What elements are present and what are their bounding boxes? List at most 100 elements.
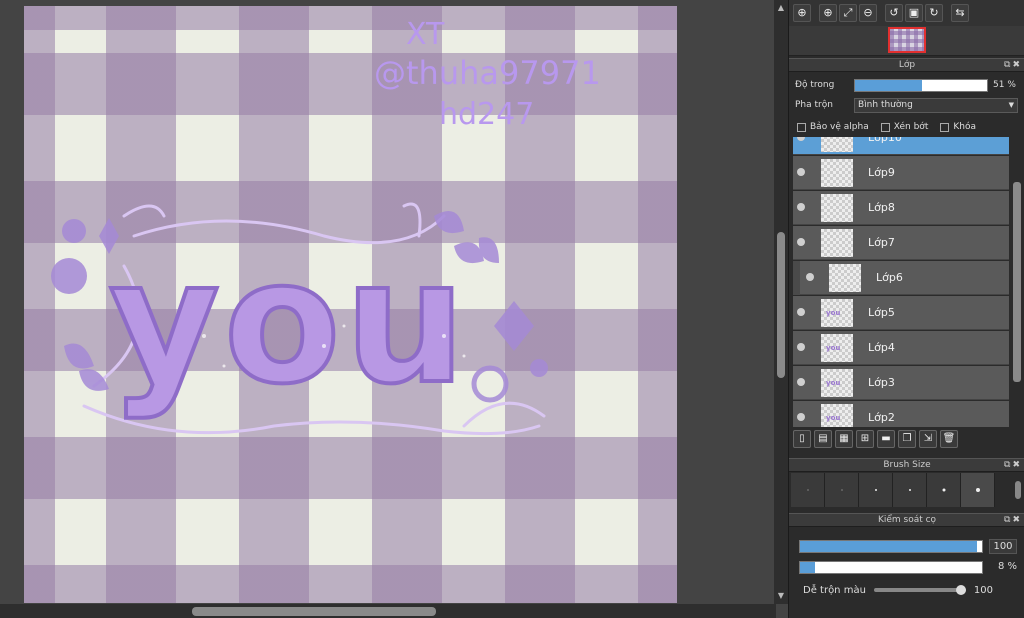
visibility-eye-icon[interactable]	[797, 168, 805, 176]
layer-list: Lớp10✱ Lớp9 Lớp8 Lớp7 Lớp6 you Lớp5 you Lớp4 you L…	[793, 137, 1009, 427]
fit-window-icon[interactable]: ⤢	[839, 4, 857, 22]
close-icon[interactable]: ✖	[1012, 460, 1022, 470]
clipping-label: Xén bớt	[893, 122, 929, 132]
layer-thumbnail	[821, 229, 853, 257]
vertical-scroll-thumb[interactable]	[777, 232, 785, 378]
merge-layer-icon[interactable]: ⇲	[919, 430, 937, 448]
brush-opacity-value: 8 %	[997, 560, 1017, 572]
visibility-eye-icon[interactable]	[797, 413, 805, 421]
layer-row[interactable]: Lớp6	[793, 261, 1009, 295]
layer-options: Bảo vệ alpha Xén bớt Khóa	[797, 120, 1023, 134]
new-layer-icon[interactable]: ▯	[793, 430, 811, 448]
layer-thumbnail-mark: you	[826, 344, 841, 352]
brush-size-preset[interactable]	[859, 473, 893, 507]
brush-size-preset[interactable]	[961, 473, 995, 507]
layer-list-scroll-thumb[interactable]	[1013, 182, 1021, 382]
layer-thumbnail	[821, 194, 853, 222]
new-raster-layer-icon[interactable]: ▤	[814, 430, 832, 448]
blend-mode-row: Pha trộn Bình thường ▼	[795, 97, 1021, 113]
canvas-vertical-scrollbar[interactable]: ▲ ▼	[774, 0, 788, 604]
drawing-canvas[interactable]: you XT @thuha97971 hd247	[24, 6, 677, 603]
visibility-eye-icon[interactable]	[797, 238, 805, 246]
brush-size-preset[interactable]	[825, 473, 859, 507]
brush-size-preset[interactable]	[927, 473, 961, 507]
rotate-left-icon[interactable]: ↺	[885, 4, 903, 22]
layer-thumbnail	[829, 264, 861, 292]
brush-opacity-fill	[800, 561, 815, 573]
brush-size-fill	[800, 540, 977, 552]
clipping-checkbox[interactable]: Xén bớt	[880, 122, 929, 132]
brush-size-row: 100	[799, 538, 1019, 554]
zoom-reset-icon[interactable]: ⊕	[793, 4, 811, 22]
layer-row[interactable]: Lớp7	[793, 226, 1009, 260]
brush-size-scroll-thumb[interactable]	[1015, 481, 1021, 499]
fullscreen-icon[interactable]: ▣	[905, 4, 923, 22]
add-special-layer-icon[interactable]: ⊞	[856, 430, 874, 448]
layer-row[interactable]: you Lớp5	[793, 296, 1009, 330]
new-folder-icon[interactable]: ▬	[877, 430, 895, 448]
duplicate-layer-icon[interactable]: ❐	[898, 430, 916, 448]
layer-thumbnail-mark: you	[826, 379, 841, 387]
brush-size-slider[interactable]	[799, 539, 983, 553]
zoom-in-icon[interactable]: ⊕	[819, 4, 837, 22]
color-blend-knob[interactable]	[955, 585, 966, 595]
layer-row[interactable]: you Lớp4	[793, 331, 1009, 365]
layer-opacity-fill	[855, 79, 923, 91]
horizontal-scroll-thumb[interactable]	[192, 607, 436, 616]
protect-alpha-label: Bảo vệ alpha	[810, 122, 869, 132]
blend-mode-value: Bình thường	[858, 99, 913, 110]
layer-name: Lớp2	[868, 411, 895, 424]
layer-row[interactable]: you Lớp3	[793, 366, 1009, 400]
brush-size-preset[interactable]	[893, 473, 927, 507]
close-icon[interactable]: ✖	[1012, 515, 1022, 525]
close-icon[interactable]: ✖	[1012, 60, 1022, 70]
blend-mode-label: Pha trộn	[795, 100, 833, 110]
visibility-eye-icon[interactable]	[797, 203, 805, 211]
layer-row[interactable]: Lớp8	[793, 191, 1009, 225]
layer-thumbnail: you	[821, 334, 853, 362]
brush-size-preset[interactable]	[791, 473, 825, 507]
brush-opacity-row: 8 %	[799, 559, 1019, 575]
color-blend-value: 100	[973, 584, 993, 596]
layer-row[interactable]: Lớp9	[793, 156, 1009, 190]
lock-checkbox[interactable]: Khóa	[940, 122, 976, 132]
visibility-eye-icon[interactable]	[806, 273, 814, 281]
new-halftone-layer-icon[interactable]: ▦	[835, 430, 853, 448]
navigator-preview	[789, 26, 1024, 56]
navigator-viewport[interactable]	[888, 27, 926, 53]
layer-thumbnail-mark: you	[826, 414, 841, 422]
delete-layer-icon[interactable]: 🗑	[940, 430, 958, 448]
color-blend-slider[interactable]	[873, 585, 966, 595]
layer-name: Lớp6	[876, 271, 903, 284]
layer-name: Lớp8	[868, 201, 895, 214]
layer-name: Lớp7	[868, 236, 895, 249]
scroll-down-icon[interactable]: ▼	[776, 592, 786, 600]
brush-size-scrollbar[interactable]	[1013, 473, 1023, 509]
layer-panel-title: Lớp	[898, 60, 916, 70]
layer-list-scrollbar[interactable]	[1011, 137, 1023, 427]
brush-opacity-slider[interactable]	[799, 560, 983, 574]
scroll-up-icon[interactable]: ▲	[776, 4, 786, 12]
blend-mode-select[interactable]: Bình thường ▼	[854, 97, 1018, 113]
navigator-toolbar: ⊕ ⊕ ⤢ ⊖ ↺ ▣ ↻ ⇆	[789, 0, 1024, 26]
protect-alpha-checkbox[interactable]: Bảo vệ alpha	[797, 122, 869, 132]
rotate-right-icon[interactable]: ↻	[925, 4, 943, 22]
zoom-out-icon[interactable]: ⊖	[859, 4, 877, 22]
visibility-eye-icon[interactable]	[797, 343, 805, 351]
visibility-eye-icon[interactable]	[797, 308, 805, 316]
flip-icon[interactable]: ⇆	[951, 4, 969, 22]
canvas-horizontal-scrollbar[interactable]	[0, 604, 776, 618]
art-word: you	[109, 224, 470, 422]
layer-opacity-slider[interactable]	[854, 78, 988, 92]
visibility-eye-icon[interactable]	[797, 378, 805, 386]
visibility-eye-icon[interactable]	[797, 137, 805, 141]
layer-tools: ▯ ▤ ▦ ⊞ ▬ ❐ ⇲ 🗑	[793, 429, 1019, 449]
canvas-area: you XT @thuha97971 hd247 ▲ ▼	[0, 0, 788, 618]
layer-name: Lớp4	[868, 341, 895, 354]
brush-control-title: Kiểm soát cọ	[877, 515, 937, 525]
layer-thumbnail	[821, 137, 853, 152]
layer-row[interactable]: you Lớp2	[793, 401, 1009, 427]
brush-size-value[interactable]: 100	[989, 538, 1017, 554]
right-panel: ⊕ ⊕ ⤢ ⊖ ↺ ▣ ↻ ⇆ Lớp ⧉✖ Độ trong 51 % Pha…	[788, 0, 1024, 618]
layer-row[interactable]: Lớp10✱	[793, 137, 1009, 155]
